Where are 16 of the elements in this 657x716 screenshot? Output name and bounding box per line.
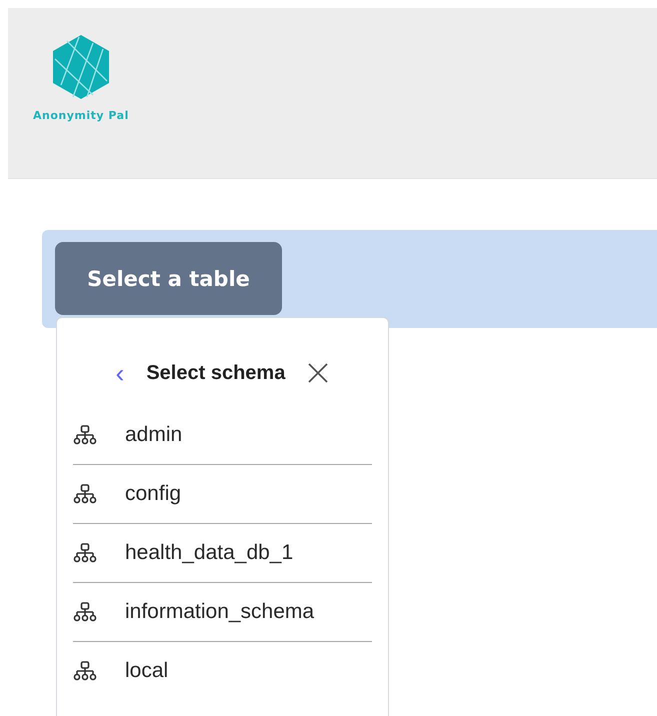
schema-item[interactable]: admin — [125, 423, 182, 447]
close-icon[interactable] — [307, 362, 330, 384]
back-button[interactable]: ‹ — [116, 360, 124, 386]
hierarchy-icon — [73, 543, 97, 563]
schema-item[interactable]: config — [125, 482, 182, 506]
schema-item[interactable]: local — [125, 659, 168, 683]
select-table-button[interactable]: Select a table — [55, 242, 282, 315]
dropdown-title: Select schema — [146, 362, 286, 384]
hierarchy-icon — [73, 425, 97, 445]
logo-text: Anonymity Pal — [33, 109, 129, 122]
hierarchy-icon — [73, 661, 97, 681]
hierarchy-icon — [73, 484, 97, 504]
schema-item[interactable]: health_data_db_1 — [125, 541, 294, 565]
hexagon-logo-icon — [52, 35, 109, 99]
schema-item[interactable]: information_schema — [125, 600, 314, 624]
hierarchy-icon — [73, 602, 97, 622]
